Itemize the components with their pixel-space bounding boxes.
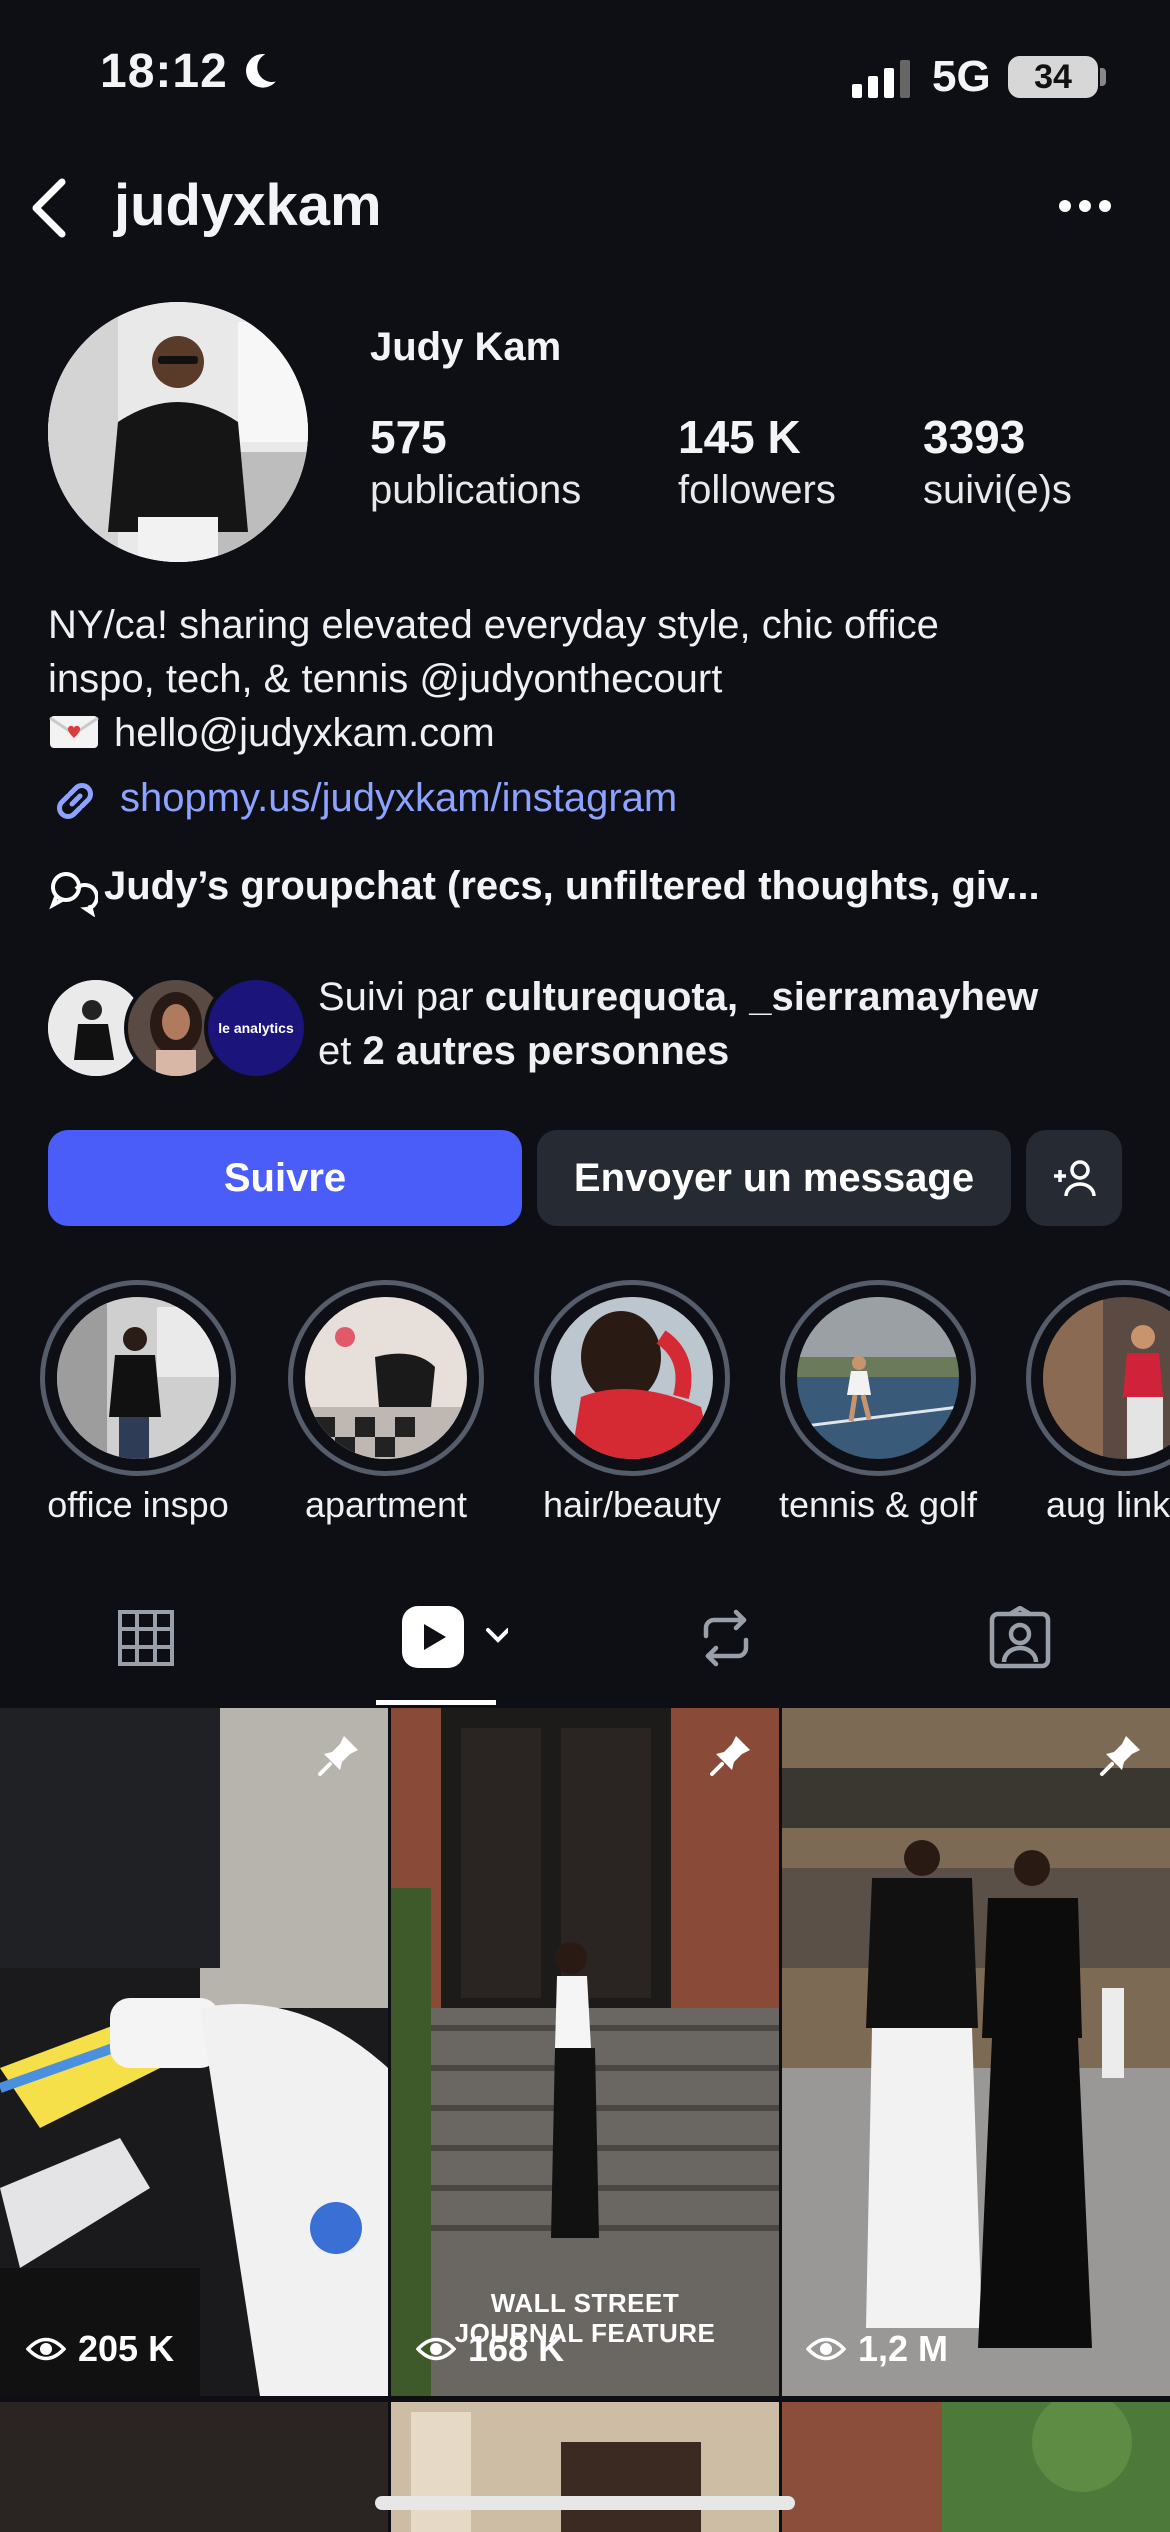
signal-icon xyxy=(852,60,910,98)
battery-tip xyxy=(1100,68,1106,86)
following-count[interactable]: 3393 xyxy=(923,410,1025,464)
followed-by-sep: et xyxy=(318,1029,363,1073)
view-count-3: 1,2 M xyxy=(806,2328,948,2370)
bio-line-2: inspo, tech, & tennis @judyonthecourt xyxy=(48,657,723,701)
highlight-aug-link[interactable] xyxy=(1026,1280,1170,1476)
pinned-icon xyxy=(318,1736,358,1776)
post-tile-1[interactable] xyxy=(0,1708,388,2396)
envelope-heart-icon xyxy=(49,716,99,748)
post-image-1 xyxy=(0,1708,388,2396)
post-tile-6[interactable] xyxy=(782,2402,1170,2532)
moon-icon xyxy=(246,54,276,88)
profile-link[interactable]: shopmy.us/judyxkam/instagram xyxy=(120,776,677,821)
status-time: 18:12 xyxy=(100,45,228,98)
view-count-1: 205 K xyxy=(26,2328,174,2370)
active-tab-indicator xyxy=(376,1700,496,1705)
reels-icon xyxy=(402,1606,510,1668)
highlight-apartment-cover xyxy=(305,1297,467,1459)
post-image-5 xyxy=(391,2402,779,2532)
grid-icon[interactable] xyxy=(114,1606,178,1670)
link-icon xyxy=(57,783,93,819)
pinned-icon xyxy=(1100,1736,1140,1776)
message-button[interactable]: Envoyer un message xyxy=(537,1130,1011,1226)
highlight-tennis-golf-cover xyxy=(797,1297,959,1459)
highlight-hair-beauty[interactable] xyxy=(534,1280,730,1476)
followed-by-more: 2 autres personnes xyxy=(362,1029,730,1073)
highlight-apartment[interactable] xyxy=(288,1280,484,1476)
follower-avatar-3-text: le analytics xyxy=(218,1020,294,1036)
highlight-tennis-golf[interactable] xyxy=(780,1280,976,1476)
highlight-office-inspo[interactable] xyxy=(40,1280,236,1476)
highlight-label-5: aug link xyxy=(1046,1484,1170,1525)
email-line: hello@judyxkam.com xyxy=(48,706,1128,760)
followers-count[interactable]: 145 K xyxy=(678,410,801,464)
followed-by-text[interactable]: Suivi par culturequota, _sierramayhew et… xyxy=(318,970,1138,1078)
add-person-icon xyxy=(1054,1160,1096,1197)
pinned-icon xyxy=(710,1736,750,1776)
view-count-3-text: 1,2 M xyxy=(858,2328,949,2369)
bio-line-1: NY/ca! sharing elevated everyday style, … xyxy=(48,603,939,647)
view-count-2: 168 K xyxy=(416,2328,564,2370)
view-count-1-text: 205 K xyxy=(78,2328,175,2369)
display-name: Judy Kam xyxy=(370,325,562,369)
followed-by-names: culturequota, _sierramayhew xyxy=(484,975,1039,1019)
highlight-label-1: office inspo xyxy=(47,1484,229,1525)
eye-icon xyxy=(416,2337,456,2361)
post-tile-4[interactable] xyxy=(0,2402,388,2532)
view-count-2-text: 168 K xyxy=(468,2328,565,2369)
bio: NY/ca! sharing elevated everyday style, … xyxy=(48,598,1128,760)
post-image-6 xyxy=(782,2402,1170,2532)
email-text[interactable]: hello@judyxkam.com xyxy=(114,711,495,755)
highlight-hair-beauty-cover xyxy=(551,1297,713,1459)
highlight-label-3: hair/beauty xyxy=(542,1484,722,1525)
followers-label[interactable]: followers xyxy=(678,468,836,513)
groupchat-link[interactable]: Judy’s groupchat (recs, unfiltered thoug… xyxy=(104,864,1114,909)
highlight-office-inspo-cover xyxy=(57,1297,219,1459)
suggest-people-button[interactable] xyxy=(1026,1130,1122,1226)
network-type: 5G xyxy=(932,52,991,101)
avatar-photo xyxy=(48,302,308,562)
highlight-label-2: apartment xyxy=(304,1484,468,1525)
post-tile-5[interactable] xyxy=(391,2402,779,2532)
page-title: judyxkam xyxy=(114,173,382,238)
follower-avatar-3[interactable]: le analytics xyxy=(204,976,308,1080)
following-label[interactable]: suivi(e)s xyxy=(923,468,1072,513)
back-arrow-icon[interactable] xyxy=(24,176,74,240)
highlight-label-4: tennis & golf xyxy=(778,1484,978,1525)
post-tile-2[interactable]: WALL STREET JOURNAL FEATURE xyxy=(391,1708,779,2396)
tagged-icon[interactable] xyxy=(988,1606,1052,1670)
chat-bubbles-icon xyxy=(49,872,98,917)
more-options-icon[interactable] xyxy=(1058,196,1112,216)
profile-avatar[interactable] xyxy=(48,302,308,562)
tab-reels[interactable] xyxy=(398,1604,510,1670)
eye-icon xyxy=(806,2337,846,2361)
post-tile-3[interactable] xyxy=(782,1708,1170,2396)
posts-count[interactable]: 575 xyxy=(370,410,447,464)
posts-label[interactable]: publications xyxy=(370,468,581,513)
followed-by-prefix: Suivi par xyxy=(318,975,485,1019)
battery-icon: 34 xyxy=(1008,56,1098,98)
home-indicator xyxy=(375,2496,795,2510)
highlight-aug-link-cover xyxy=(1043,1297,1170,1459)
eye-icon xyxy=(26,2337,66,2361)
post-image-3 xyxy=(782,1708,1170,2396)
follow-button[interactable]: Suivre xyxy=(48,1130,522,1226)
reposts-icon[interactable] xyxy=(694,1606,758,1670)
